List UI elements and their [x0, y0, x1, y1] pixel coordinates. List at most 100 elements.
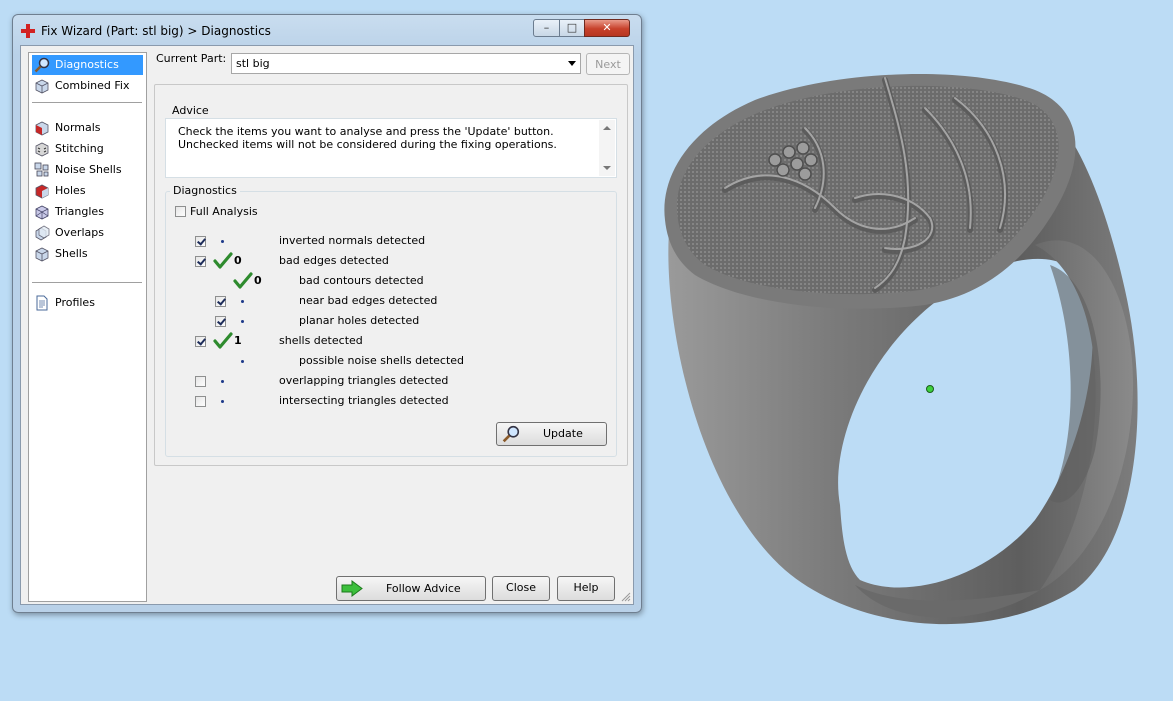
bad-edges-checkbox[interactable] — [195, 256, 206, 267]
planar-holes-label: planar holes detected — [299, 314, 420, 327]
shells-checkbox[interactable] — [195, 336, 206, 347]
window-client-area: Diagnostics Combined Fix Normals Stitchi… — [20, 45, 634, 605]
follow-advice-label: Follow Advice — [386, 582, 461, 595]
sidebar-divider — [32, 282, 142, 283]
triangles-icon — [35, 205, 49, 220]
maximize-icon: □ — [566, 21, 578, 34]
sidebar-item-label: Diagnostics — [55, 58, 119, 71]
sidebar-item-label: Shells — [55, 247, 88, 260]
sidebar-item-label: Holes — [55, 184, 86, 197]
full-analysis-checkbox[interactable] — [175, 206, 186, 217]
next-label: Next — [595, 58, 621, 71]
follow-advice-button[interactable]: Follow Advice — [336, 576, 486, 601]
cube-icon — [35, 79, 49, 94]
sidebar-item-label: Combined Fix — [55, 79, 130, 92]
sidebar-item-normals[interactable]: Normals — [32, 118, 143, 138]
bullet — [221, 400, 224, 403]
sidebar-item-shells[interactable]: Shells — [32, 244, 143, 264]
advice-scrollbar[interactable] — [599, 120, 615, 176]
check-ok-icon — [213, 252, 233, 269]
close-window-button[interactable]: ✕ — [584, 19, 630, 37]
red-cross-icon — [21, 24, 35, 38]
intersecting-triangles-label: intersecting triangles detected — [279, 394, 449, 407]
minimize-button[interactable]: – — [533, 19, 560, 37]
bullet — [241, 320, 244, 323]
sidebar-item-label: Stitching — [55, 142, 104, 155]
overlapping-triangles-checkbox[interactable] — [195, 376, 206, 387]
bad-contours-label: bad contours detected — [299, 274, 424, 287]
title-bar[interactable]: Fix Wizard (Part: stl big) > Diagnostics… — [13, 15, 641, 47]
sidebar-item-label: Profiles — [55, 296, 95, 309]
sidebar-item-noise-shells[interactable]: Noise Shells — [32, 160, 143, 180]
sidebar-divider — [32, 102, 142, 103]
intersecting-triangles-checkbox[interactable] — [195, 396, 206, 407]
update-label: Update — [543, 427, 583, 440]
green-arrow-icon — [341, 580, 363, 597]
advice-text: Check the items you want to analyse and … — [178, 125, 557, 151]
maximize-button[interactable]: □ — [559, 19, 585, 37]
noise-shells-icon — [34, 162, 49, 177]
sidebar-item-diagnostics[interactable]: Diagnostics — [32, 55, 143, 75]
document-icon — [36, 295, 48, 311]
planar-holes-checkbox[interactable] — [215, 316, 226, 327]
bad-contours-count: 0 — [254, 274, 262, 287]
cube-holes-icon — [35, 184, 49, 199]
current-part-value: stl big — [236, 57, 270, 70]
shells-count: 1 — [234, 334, 242, 347]
check-ok-icon — [233, 272, 253, 289]
magnifier-icon — [34, 57, 50, 73]
sidebar-item-label: Normals — [55, 121, 101, 134]
inverted-normals-checkbox[interactable] — [195, 236, 206, 247]
bullet — [221, 380, 224, 383]
advice-textbox[interactable]: Check the items you want to analyse and … — [165, 118, 617, 178]
close-label: Close — [506, 581, 536, 594]
sidebar-item-stitching[interactable]: Stitching — [32, 139, 143, 159]
diagnostics-title: Diagnostics — [170, 184, 240, 197]
overlapping-triangles-label: overlapping triangles detected — [279, 374, 449, 387]
inverted-normals-label: inverted normals detected — [279, 234, 426, 247]
current-part-select[interactable]: stl big — [231, 53, 581, 74]
shells-icon — [35, 247, 49, 262]
bullet — [221, 240, 224, 243]
update-button[interactable]: Update — [496, 422, 607, 446]
near-bad-edges-checkbox[interactable] — [215, 296, 226, 307]
close-button[interactable]: Close — [492, 576, 550, 601]
help-button[interactable]: Help — [557, 576, 615, 601]
bad-edges-label: bad edges detected — [279, 254, 389, 267]
sidebar-item-label: Triangles — [55, 205, 104, 218]
near-bad-edges-label: near bad edges detected — [299, 294, 438, 307]
current-part-label: Current Part: — [156, 52, 227, 65]
sidebar-item-combined-fix[interactable]: Combined Fix — [32, 76, 143, 96]
help-label: Help — [573, 581, 599, 594]
sidebar-item-holes[interactable]: Holes — [32, 181, 143, 201]
minimize-icon: – — [543, 21, 550, 34]
chevron-down-icon — [568, 61, 576, 66]
sidebar-item-overlaps[interactable]: Overlaps — [32, 223, 143, 243]
sidebar-item-label: Overlaps — [55, 226, 104, 239]
ring-3d-model[interactable] — [655, 70, 1155, 645]
noise-shells-label: possible noise shells detected — [299, 354, 465, 367]
full-analysis-label: Full Analysis — [190, 205, 258, 218]
advice-title: Advice — [169, 104, 212, 117]
sidebar-item-label: Noise Shells — [55, 163, 122, 176]
cube-red-face-icon — [35, 121, 49, 136]
overlaps-icon — [35, 225, 50, 241]
fix-wizard-window: Fix Wizard (Part: stl big) > Diagnostics… — [12, 14, 642, 613]
magnifier-icon — [502, 425, 520, 443]
sidebar-item-profiles[interactable]: Profiles — [32, 293, 143, 313]
scroll-up-icon[interactable] — [603, 126, 611, 130]
next-button[interactable]: Next — [586, 53, 630, 75]
shells-label: shells detected — [279, 334, 363, 347]
sidebar-item-triangles[interactable]: Triangles — [32, 202, 143, 222]
bad-edges-count: 0 — [234, 254, 242, 267]
check-ok-icon — [213, 332, 233, 349]
bullet — [241, 360, 244, 363]
close-icon: ✕ — [602, 21, 612, 34]
sidebar: Diagnostics Combined Fix Normals Stitchi… — [28, 52, 147, 602]
cube-stitching-icon — [35, 142, 49, 157]
resize-grip-icon[interactable] — [621, 592, 631, 602]
main-panel: Advice Check the items you want to analy… — [154, 84, 628, 466]
scroll-down-icon[interactable] — [603, 166, 611, 170]
pick-point-marker — [926, 385, 934, 393]
window-title: Fix Wizard (Part: stl big) > Diagnostics — [41, 24, 271, 38]
